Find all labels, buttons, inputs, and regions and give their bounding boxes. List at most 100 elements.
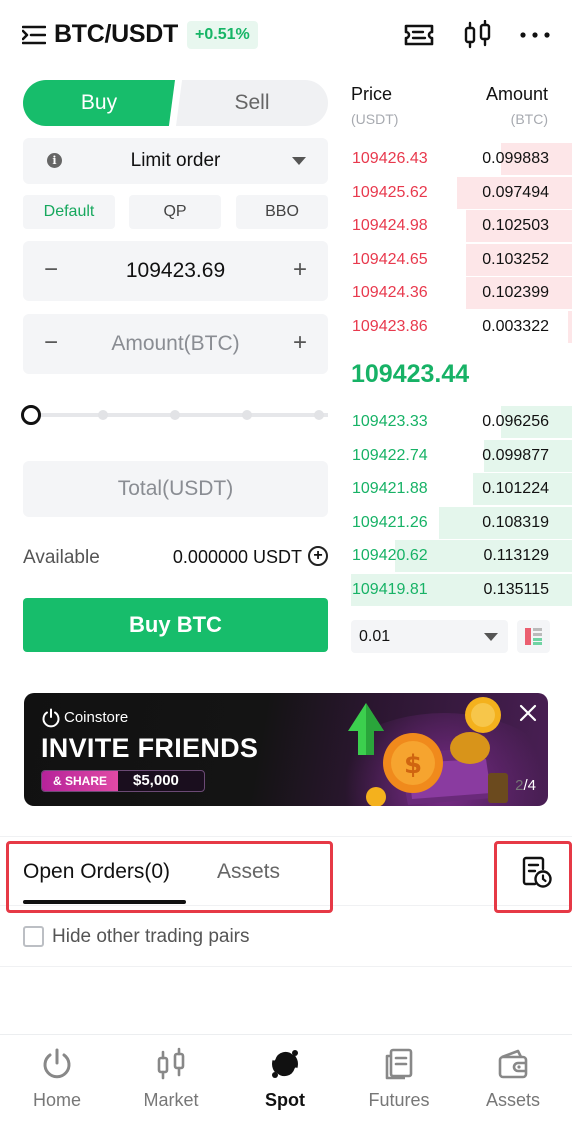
- slider-step-50[interactable]: [170, 410, 180, 420]
- ask-amount: 0.099883: [482, 150, 549, 167]
- ask-amount: 0.097494: [482, 183, 549, 201]
- close-icon[interactable]: [518, 703, 538, 723]
- ask-amount: 0.103252: [482, 250, 549, 268]
- ask-amount: 0.003322: [482, 317, 549, 335]
- bid-amount: 0.113129: [483, 547, 549, 564]
- ask-row[interactable]: 109423.86 0.003322: [351, 310, 572, 343]
- buy-tab[interactable]: Buy: [23, 80, 175, 126]
- price-input[interactable]: 109423.69: [73, 259, 278, 283]
- divider: [0, 966, 572, 967]
- price-decrease-button[interactable]: −: [39, 257, 63, 283]
- buy-btc-button[interactable]: Buy BTC: [23, 598, 328, 652]
- price-mode-qp[interactable]: QP: [129, 195, 221, 229]
- total-input[interactable]: Total(USDT): [23, 461, 328, 517]
- amount-column-header: Amount: [485, 84, 548, 104]
- hide-pairs-checkbox[interactable]: [23, 926, 44, 947]
- bid-amount: 0.099877: [482, 446, 549, 464]
- amount-decrease-button[interactable]: −: [39, 330, 63, 356]
- bid-price: 109423.33: [352, 413, 428, 430]
- ask-row[interactable]: 109426.43 0.099883: [351, 143, 572, 175]
- slider-step-75[interactable]: [242, 410, 252, 420]
- orders-tab-bar: Open Orders(0) Assets: [0, 836, 572, 913]
- amount-stepper: − Amount(BTC) +: [23, 314, 328, 374]
- order-type-label: Limit order: [130, 150, 221, 171]
- bid-price: 109420.62: [352, 547, 428, 564]
- bid-row[interactable]: 109421.88 0.101224: [351, 473, 572, 505]
- candlestick-icon: [157, 1047, 185, 1080]
- price-mode-bbo[interactable]: BBO: [236, 195, 328, 229]
- slider-step-100[interactable]: [314, 410, 324, 420]
- ask-row[interactable]: 109424.36 0.102399: [351, 277, 572, 309]
- precision-dropdown[interactable]: 0.01: [351, 620, 508, 653]
- last-price[interactable]: 109423.44: [351, 360, 469, 389]
- bid-row[interactable]: 109420.62 0.113129: [351, 540, 572, 572]
- available-label: Available: [23, 547, 100, 568]
- ask-amount: 0.102399: [482, 284, 549, 301]
- book-layout-icon[interactable]: [517, 620, 550, 653]
- kline-chart-icon[interactable]: [462, 20, 494, 50]
- sell-tab[interactable]: Sell: [176, 80, 328, 126]
- wallet-icon: [498, 1049, 528, 1079]
- amount-increase-button[interactable]: +: [288, 330, 312, 356]
- order-type-dropdown[interactable]: i Limit order: [23, 138, 328, 184]
- coinstore-logo-icon: [42, 708, 60, 728]
- bid-row[interactable]: 109423.33 0.096256: [351, 406, 572, 438]
- bid-price: 109421.88: [352, 480, 428, 497]
- nav-assets-label: Assets: [485, 1090, 541, 1110]
- bid-row[interactable]: 109421.26 0.108319: [351, 506, 572, 539]
- bottom-navigation: Home Market Spot Futures Assets: [0, 1034, 572, 1131]
- bid-price: 109421.26: [352, 513, 428, 531]
- bid-amount: 0.096256: [482, 413, 549, 430]
- slider-step-25[interactable]: [98, 410, 108, 420]
- bid-price: 109419.81: [352, 580, 428, 598]
- ask-price: 109426.43: [352, 150, 428, 167]
- hide-pairs-label: Hide other trading pairs: [52, 926, 250, 947]
- nav-spot-label: Spot: [265, 1090, 305, 1110]
- menu-list-icon[interactable]: [22, 24, 46, 46]
- nav-market[interactable]: Market: [114, 1035, 228, 1131]
- ask-price: 109424.65: [352, 250, 428, 268]
- nav-futures-label: Futures: [368, 1090, 430, 1110]
- amount-unit: (BTC): [510, 111, 548, 127]
- price-increase-button[interactable]: +: [288, 257, 312, 283]
- share-reward-pill: & SHARE $5,000: [41, 770, 205, 792]
- ask-row[interactable]: 109425.62 0.097494: [351, 176, 572, 209]
- ask-price: 109425.62: [352, 183, 428, 201]
- ask-price: 109424.36: [352, 284, 428, 301]
- more-options-icon[interactable]: [519, 20, 551, 50]
- amount-input[interactable]: Amount(BTC): [73, 332, 278, 356]
- chevron-down-icon: [292, 157, 306, 165]
- bid-amount: 0.101224: [482, 480, 549, 497]
- nav-assets[interactable]: Assets: [456, 1035, 570, 1131]
- ask-price: 109423.86: [352, 317, 428, 335]
- add-circle-icon[interactable]: +: [308, 546, 328, 566]
- ask-row[interactable]: 109424.65 0.103252: [351, 243, 572, 276]
- promo-banner[interactable]: Coinstore INVITE FRIENDS & SHARE $5,000 …: [24, 693, 548, 806]
- precision-value: 0.01: [359, 628, 391, 645]
- bid-amount: 0.108319: [482, 513, 549, 531]
- futures-document-icon: [385, 1048, 413, 1080]
- bid-row[interactable]: 109419.81 0.135115: [351, 573, 572, 606]
- banner-brand: Coinstore: [64, 709, 129, 726]
- ask-amount: 0.102503: [482, 217, 549, 234]
- svg-text:$: $: [404, 750, 422, 780]
- bid-price: 109422.74: [352, 446, 428, 464]
- nav-spot[interactable]: Spot: [228, 1035, 342, 1131]
- ask-price: 109424.98: [352, 217, 428, 234]
- slider-thumb[interactable]: [21, 405, 41, 425]
- price-mode-default[interactable]: Default: [23, 195, 115, 229]
- top-bar: BTC/USDT +0.51%: [0, 0, 572, 70]
- coin-wallet-illustration-icon: $: [348, 697, 508, 806]
- spot-exchange-icon: [272, 1049, 298, 1079]
- nav-home-label: Home: [32, 1090, 81, 1110]
- ticket-icon[interactable]: [403, 20, 435, 50]
- bid-row[interactable]: 109422.74 0.099877: [351, 439, 572, 472]
- price-stepper: − 109423.69 +: [23, 241, 328, 301]
- price-change-badge: +0.51%: [187, 21, 258, 49]
- highlight-box-tabs: [6, 841, 333, 913]
- nav-home[interactable]: Home: [0, 1035, 114, 1131]
- ask-row[interactable]: 109424.98 0.102503: [351, 210, 572, 242]
- trading-pair-title[interactable]: BTC/USDT: [54, 20, 178, 49]
- share-amount: $5,000: [133, 772, 179, 789]
- nav-futures[interactable]: Futures: [342, 1035, 456, 1131]
